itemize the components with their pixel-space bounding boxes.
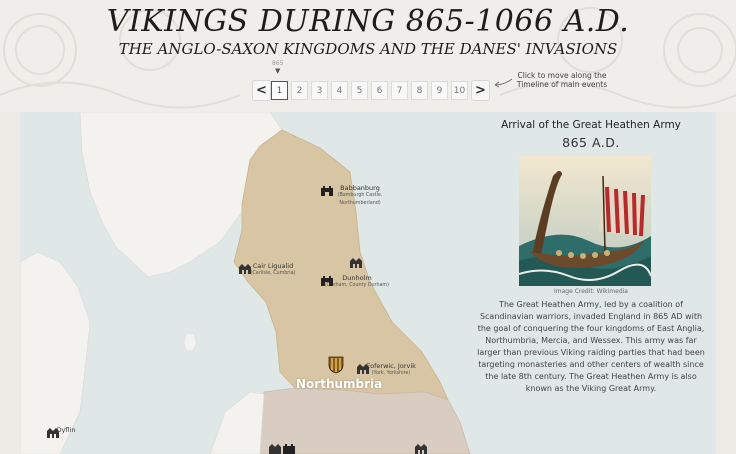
timeline-page-1[interactable]: 1: [271, 81, 288, 100]
isle-of-man: [183, 332, 197, 352]
event-panel: Arrival of the Great Heathen Army 865 A.…: [476, 118, 706, 393]
kingdom-label-northumbria: Northumbria: [296, 377, 383, 391]
timeline-page-5[interactable]: 5: [351, 81, 368, 100]
settlement-icon: [350, 258, 362, 268]
timeline-year-label: 865: [272, 60, 284, 67]
place-babbanburg[interactable]: Babbanburg (Bamburgh Castle, Northumberl…: [320, 184, 400, 208]
timeline-page-4[interactable]: 4: [331, 81, 348, 100]
timeline-page-2[interactable]: 2: [291, 81, 308, 100]
timeline-prev-button[interactable]: <: [252, 80, 271, 101]
page-title: VIKINGS DURING 865-1066 A.D.: [106, 4, 630, 39]
timeline-page-8[interactable]: 8: [411, 81, 428, 100]
settlement-icon: [415, 444, 427, 454]
timeline-marker-icon: ▼: [275, 67, 281, 75]
event-description: The Great Heathen Army, led by a coaliti…: [477, 300, 705, 393]
timeline-next-button[interactable]: >: [471, 80, 490, 101]
event-title: Arrival of the Great Heathen Army: [501, 119, 681, 131]
image-credit: Image Credit: Wikimedia: [554, 288, 628, 295]
timeline-page-10[interactable]: 10: [451, 81, 468, 100]
castle-icon: [269, 444, 295, 454]
viking-ship-image: [518, 156, 652, 286]
place-eoferwic-jorvik[interactable]: Eoferwic, Jorvik (York, Yorkshire): [356, 362, 426, 378]
place-dunholm[interactable]: Dunholm (Durham, County Durham): [320, 274, 394, 290]
place-dyflin[interactable]: Dyflin: [46, 426, 86, 438]
page-subtitle: THE ANGLO-SAXON KINGDOMS AND THE DANES' …: [118, 40, 618, 58]
timeline-page-3[interactable]: 3: [311, 81, 328, 100]
place-cair-ligualid[interactable]: Cair Ligualid (Carlisle, Cumbria): [238, 262, 308, 278]
hint-arrow-icon: [494, 78, 513, 88]
timeline-hint: Click to move along the Timeline of main…: [516, 71, 608, 89]
timeline-page-9[interactable]: 9: [431, 81, 448, 100]
event-year: 865 A.D.: [562, 135, 620, 150]
timeline-pager: < 1 2 3 4 5 6 7 8 9 10 >: [252, 80, 492, 101]
timeline-page-6[interactable]: 6: [371, 81, 388, 100]
timeline-page-7[interactable]: 7: [391, 81, 408, 100]
shield-icon: [328, 356, 344, 374]
